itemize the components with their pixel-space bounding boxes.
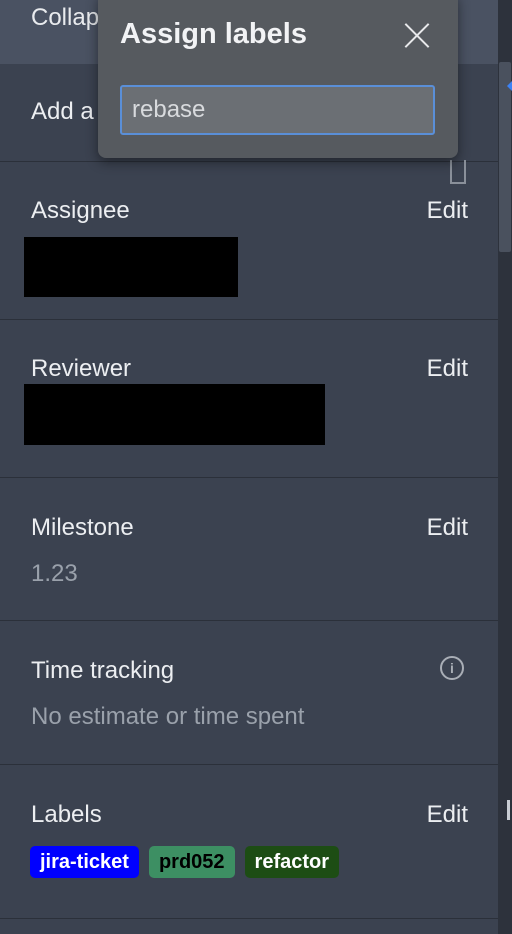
label-search-input[interactable] [120,85,435,135]
add-todo-label[interactable]: Add a [31,98,94,126]
labels-edit-button[interactable]: Edit [427,801,468,829]
label-chip[interactable]: jira-ticket [30,846,139,878]
labels-label: Labels [31,801,102,828]
close-icon[interactable] [402,20,432,50]
assignee-section: Assignee Edit [0,161,498,320]
assignee-redacted-value [24,237,238,297]
time-tracking-label: Time tracking [31,657,175,684]
assign-labels-dropdown: Assign labels [98,0,458,158]
reviewer-label: Reviewer [31,355,132,382]
reviewer-redacted-value [24,384,325,445]
milestone-section: Milestone Edit 1.23 [0,477,498,621]
scrollbar[interactable] [498,0,512,934]
time-tracking-section: Time tracking i No estimate or time spen… [0,620,498,765]
labels-list: jira-ticket prd052 refactor [30,846,340,878]
assignee-label: Assignee [31,197,130,224]
right-sidebar: Collap Add a Assignee Edit Reviewer Edit… [0,0,498,934]
label-chip[interactable]: prd052 [148,846,235,878]
reviewer-edit-button[interactable]: Edit [427,355,468,383]
time-tracking-value: No estimate or time spent [31,703,305,730]
reviewer-section: Reviewer Edit [0,319,498,478]
edge-marker [507,800,510,820]
collapse-sidebar-link[interactable]: Collap [31,4,99,32]
milestone-value[interactable]: 1.23 [31,560,78,588]
labels-section: Labels Edit [0,764,498,919]
info-icon[interactable]: i [440,656,464,680]
active-indicator-icon [507,80,512,92]
label-chip[interactable]: refactor [244,846,340,878]
dropdown-title: Assign labels [120,18,307,50]
milestone-label: Milestone [31,514,134,541]
assignee-edit-button[interactable]: Edit [427,197,468,225]
milestone-edit-button[interactable]: Edit [427,514,468,542]
